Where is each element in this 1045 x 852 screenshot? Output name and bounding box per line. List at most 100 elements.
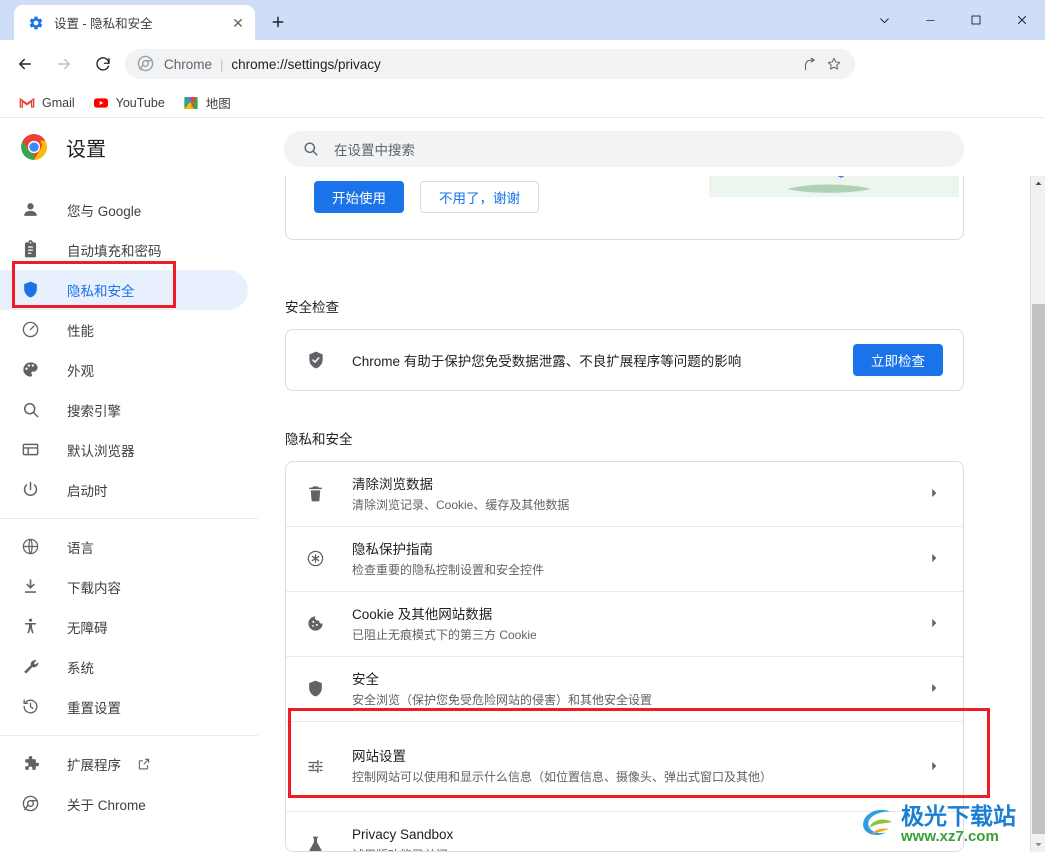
omnibox-separator: | bbox=[220, 56, 224, 72]
bookmark-gmail[interactable]: Gmail bbox=[12, 91, 82, 115]
sidebar-item-languages[interactable]: 语言 bbox=[0, 527, 258, 567]
row-title: Privacy Sandbox bbox=[352, 827, 454, 842]
sidebar-item-extensions[interactable]: 扩展程序 bbox=[0, 744, 258, 784]
close-icon[interactable]: ✕ bbox=[227, 12, 249, 34]
sidebar-divider-2 bbox=[0, 735, 258, 736]
sidebar-item-search-engine[interactable]: 搜索引擎 bbox=[0, 390, 258, 430]
sidebar-item-label: 系统 bbox=[67, 661, 94, 676]
chrome-logo-icon bbox=[21, 794, 41, 814]
address-bar[interactable]: Chrome | chrome://settings/privacy bbox=[125, 49, 855, 79]
trash-icon bbox=[306, 484, 326, 504]
browser-window: 设置 - 隐私和安全 ✕ Chrome | chrome://settings/… bbox=[0, 0, 1045, 852]
row-subtitle: 试用版功能已关闭 bbox=[352, 846, 943, 851]
row-title: 安全 bbox=[352, 671, 379, 687]
chevron-right-icon[interactable] bbox=[927, 681, 943, 697]
sidebar-item-appearance[interactable]: 外观 bbox=[0, 350, 258, 390]
bookmark-label: 地图 bbox=[205, 97, 231, 111]
chevron-right-icon[interactable] bbox=[927, 486, 943, 502]
sidebar-item-label: 性能 bbox=[67, 324, 94, 339]
chevron-right-icon[interactable] bbox=[927, 616, 943, 632]
palette-icon bbox=[21, 360, 41, 380]
row-subtitle: 已阻止无痕模式下的第三方 Cookie bbox=[352, 627, 537, 642]
sidebar-divider-1 bbox=[0, 518, 258, 519]
sidebar-item-label: 启动时 bbox=[67, 484, 108, 499]
bookmark-label: Gmail bbox=[42, 95, 75, 110]
settings-search-input[interactable]: 在设置中搜索 bbox=[284, 131, 964, 167]
bookmark-label: YouTube bbox=[115, 95, 165, 110]
row-text: Cookie 及其他网站数据 已阻止无痕模式下的第三方 Cookie bbox=[352, 605, 927, 644]
sidebar-item-you-and-google[interactable]: 您与 Google bbox=[0, 190, 258, 230]
omnibox-chip-label: Chrome bbox=[164, 56, 213, 72]
sidebar-item-accessibility[interactable]: 无障碍 bbox=[0, 607, 258, 647]
youtube-icon bbox=[93, 95, 109, 111]
sidebar-item-on-startup[interactable]: 启动时 bbox=[0, 470, 258, 510]
row-subtitle: 控制网站可以使用和显示什么信息（如位置信息、摄像头、弹出式窗口及其他） bbox=[352, 770, 773, 784]
omnibox-url-text: chrome://settings/privacy bbox=[231, 56, 381, 72]
promo-start-button[interactable]: 开始使用 bbox=[314, 181, 404, 213]
browser-tab[interactable]: 设置 - 隐私和安全 ✕ bbox=[14, 5, 255, 40]
row-site-settings[interactable]: 网站设置 控制网站可以使用和显示什么信息（如位置信息、摄像头、弹出式窗口及其他） bbox=[286, 722, 963, 812]
sidebar-item-downloads[interactable]: 下载内容 bbox=[0, 567, 258, 607]
sidebar-item-label: 外观 bbox=[67, 364, 94, 379]
tab-search-icon[interactable] bbox=[861, 0, 907, 40]
external-link-icon[interactable] bbox=[137, 757, 151, 771]
row-title: Cookie 及其他网站数据 bbox=[352, 606, 493, 622]
page-title: 设置 bbox=[66, 138, 106, 161]
scroll-down-arrow-icon[interactable] bbox=[1031, 837, 1045, 852]
privacy-section-title: 隐私和安全 bbox=[285, 432, 353, 447]
page-scrollbar[interactable] bbox=[1030, 176, 1045, 852]
sidebar-item-label: 扩展程序 bbox=[67, 758, 121, 773]
sidebar-item-reset-settings[interactable]: 重置设置 bbox=[0, 687, 258, 727]
star-icon[interactable] bbox=[823, 53, 845, 75]
reload-button[interactable] bbox=[88, 49, 118, 79]
settings-sidebar: 您与 Google 自动填充和密码 隐私和安全 性能 外观 搜索引擎 默认浏览器… bbox=[0, 176, 258, 852]
row-subtitle: 检查重要的隐私控制设置和安全控件 bbox=[352, 562, 545, 577]
sidebar-item-privacy-and-security[interactable]: 隐私和安全 bbox=[0, 270, 248, 310]
run-safety-check-button[interactable]: 立即检查 bbox=[853, 344, 943, 376]
row-text: Privacy Sandbox 试用版功能已关闭 bbox=[352, 825, 943, 851]
safety-check-description: Chrome 有助于保护您免受数据泄露、不良扩展程序等问题的影响 bbox=[352, 354, 742, 369]
sidebar-item-about-chrome[interactable]: 关于 Chrome bbox=[0, 784, 258, 824]
settings-search-placeholder: 在设置中搜索 bbox=[334, 143, 415, 158]
forward-button[interactable] bbox=[49, 49, 79, 79]
promo-dismiss-button[interactable]: 不用了，谢谢 bbox=[420, 181, 539, 213]
bookmark-maps[interactable]: 地图 bbox=[176, 91, 238, 115]
row-cookies[interactable]: Cookie 及其他网站数据 已阻止无痕模式下的第三方 Cookie bbox=[286, 592, 963, 657]
chevron-right-icon[interactable] bbox=[927, 759, 943, 775]
row-privacy-guide[interactable]: 隐私保护指南 检查重要的隐私控制设置和安全控件 bbox=[286, 527, 963, 592]
row-text: 安全 安全浏览（保护您免受危险网站的侵害）和其他安全设置 bbox=[352, 670, 927, 709]
row-text: 隐私保护指南 检查重要的隐私控制设置和安全控件 bbox=[352, 540, 927, 579]
scroll-up-arrow-icon[interactable] bbox=[1031, 176, 1045, 191]
tab-strip: 设置 - 隐私和安全 ✕ bbox=[0, 0, 1045, 40]
window-controls bbox=[861, 0, 1045, 40]
back-button[interactable] bbox=[10, 49, 40, 79]
row-security[interactable]: 安全 安全浏览（保护您免受危险网站的侵害）和其他安全设置 bbox=[286, 657, 963, 722]
window-close-icon[interactable] bbox=[999, 0, 1045, 40]
share-icon[interactable] bbox=[799, 53, 821, 75]
maximize-icon[interactable] bbox=[953, 0, 999, 40]
search-icon bbox=[302, 140, 320, 158]
minimize-icon[interactable] bbox=[907, 0, 953, 40]
sidebar-item-label: 关于 Chrome bbox=[67, 798, 146, 813]
history-restore-icon bbox=[21, 697, 41, 717]
tab-title: 设置 - 隐私和安全 bbox=[54, 17, 153, 31]
omnibox-actions bbox=[799, 53, 845, 75]
row-privacy-sandbox[interactable]: Privacy Sandbox 试用版功能已关闭 bbox=[286, 812, 963, 851]
scrollbar-thumb[interactable] bbox=[1032, 304, 1045, 834]
row-title: 网站设置 bbox=[352, 749, 406, 764]
settings-content: 开始使用 不用了，谢谢 安全检查 Chrome 有助于保护您免受数据泄露、不良扩… bbox=[258, 176, 1030, 852]
sidebar-item-label: 搜索引擎 bbox=[67, 404, 121, 419]
sidebar-item-autofill[interactable]: 自动填充和密码 bbox=[0, 230, 258, 270]
row-text: 网站设置 控制网站可以使用和显示什么信息（如位置信息、摄像头、弹出式窗口及其他） bbox=[352, 747, 927, 786]
browser-window-icon bbox=[21, 440, 41, 460]
sidebar-item-system[interactable]: 系统 bbox=[0, 647, 258, 687]
sliders-icon bbox=[306, 757, 326, 777]
clipboard-icon bbox=[21, 240, 41, 260]
sidebar-item-default-browser[interactable]: 默认浏览器 bbox=[0, 430, 258, 470]
sidebar-item-performance[interactable]: 性能 bbox=[0, 310, 258, 350]
accessibility-icon bbox=[21, 617, 41, 637]
chevron-right-icon[interactable] bbox=[927, 551, 943, 567]
bookmark-youtube[interactable]: YouTube bbox=[86, 91, 172, 115]
row-clear-browsing-data[interactable]: 清除浏览数据 清除浏览记录、Cookie、缓存及其他数据 bbox=[286, 462, 963, 527]
new-tab-button[interactable] bbox=[263, 7, 293, 37]
